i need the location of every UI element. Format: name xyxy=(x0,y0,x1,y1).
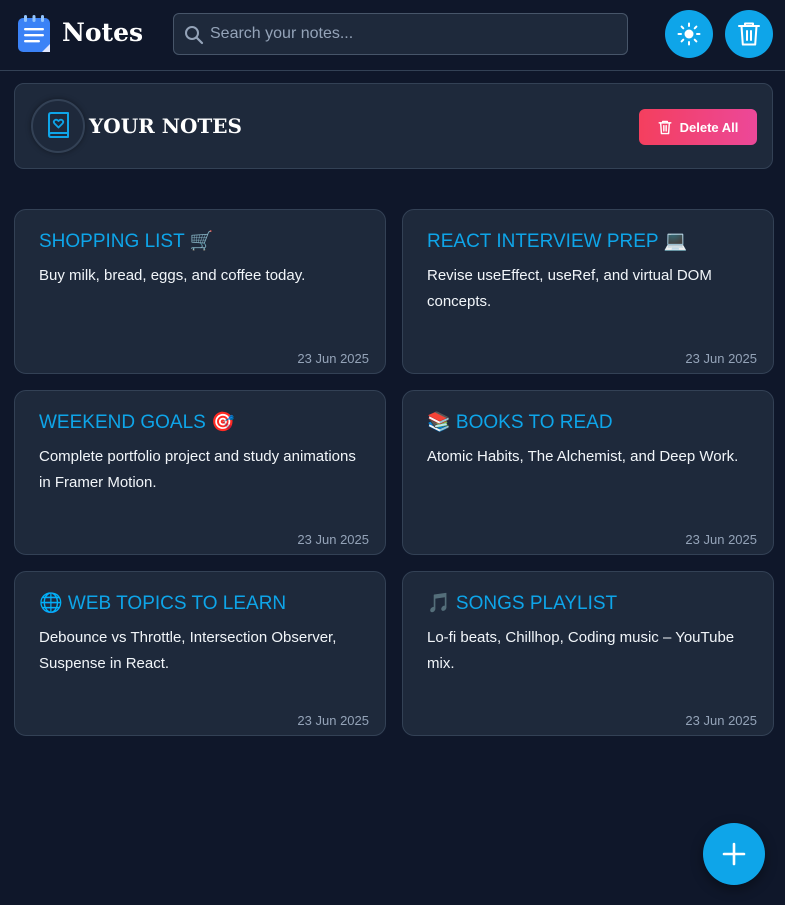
sun-icon xyxy=(677,22,701,46)
notepad-icon xyxy=(18,15,50,52)
note-title: 🌐 WEB TOPICS TO LEARN xyxy=(39,593,287,614)
trash-icon xyxy=(658,120,672,134)
note-date: 23 Jun 2025 xyxy=(685,351,757,366)
note-title: SHOPPING LIST 🛒 xyxy=(39,231,214,252)
add-note-button[interactable] xyxy=(703,823,765,885)
note-card[interactable]: SHOPPING LIST 🛒 Buy milk, bread, eggs, a… xyxy=(14,209,386,374)
search-box[interactable] xyxy=(173,13,628,55)
note-title: 🎵 SONGS PLAYLIST xyxy=(427,593,618,614)
plus-icon xyxy=(722,842,746,866)
delete-all-button[interactable]: Delete All xyxy=(639,109,757,145)
search-input[interactable] xyxy=(210,14,620,54)
note-date: 23 Jun 2025 xyxy=(685,713,757,728)
trash-button[interactable] xyxy=(725,10,773,58)
app-header: Notes xyxy=(0,0,785,71)
note-date: 23 Jun 2025 xyxy=(685,532,757,547)
delete-all-label: Delete All xyxy=(679,119,739,135)
note-card[interactable]: WEEKEND GOALS 🎯 Complete portfolio proje… xyxy=(14,390,386,555)
note-card[interactable]: 📚 BOOKS TO READ Atomic Habits, The Alche… xyxy=(402,390,774,555)
search-icon xyxy=(185,26,204,45)
book-heart-icon xyxy=(48,112,69,138)
note-date: 23 Jun 2025 xyxy=(297,713,369,728)
note-body: Complete portfolio project and study ani… xyxy=(39,448,356,491)
note-title: REACT INTERVIEW PREP 💻 xyxy=(427,231,688,252)
note-body: Revise useEffect, useRef, and virtual DO… xyxy=(427,267,712,310)
note-title: 📚 BOOKS TO READ xyxy=(427,412,613,433)
trash-icon xyxy=(738,22,760,46)
note-body: Atomic Habits, The Alchemist, and Deep W… xyxy=(427,448,739,465)
notes-panel-header: YOUR NOTES Delete All xyxy=(14,83,773,169)
app-title: Notes xyxy=(62,18,144,47)
note-date: 23 Jun 2025 xyxy=(297,351,369,366)
note-title: WEEKEND GOALS 🎯 xyxy=(39,412,235,433)
panel-title: YOUR NOTES xyxy=(89,114,242,138)
panel-icon-badge xyxy=(31,99,85,153)
note-card[interactable]: 🌐 WEB TOPICS TO LEARN Debounce vs Thrott… xyxy=(14,571,386,736)
theme-toggle-button[interactable] xyxy=(665,10,713,58)
note-body: Lo-fi beats, Chillhop, Coding music – Yo… xyxy=(427,629,735,672)
note-body: Debounce vs Throttle, Intersection Obser… xyxy=(39,629,337,672)
note-body: Buy milk, bread, eggs, and coffee today. xyxy=(39,267,306,284)
note-date: 23 Jun 2025 xyxy=(297,532,369,547)
note-card[interactable]: REACT INTERVIEW PREP 💻 Revise useEffect,… xyxy=(402,209,774,374)
note-card[interactable]: 🎵 SONGS PLAYLIST Lo-fi beats, Chillhop, … xyxy=(402,571,774,736)
